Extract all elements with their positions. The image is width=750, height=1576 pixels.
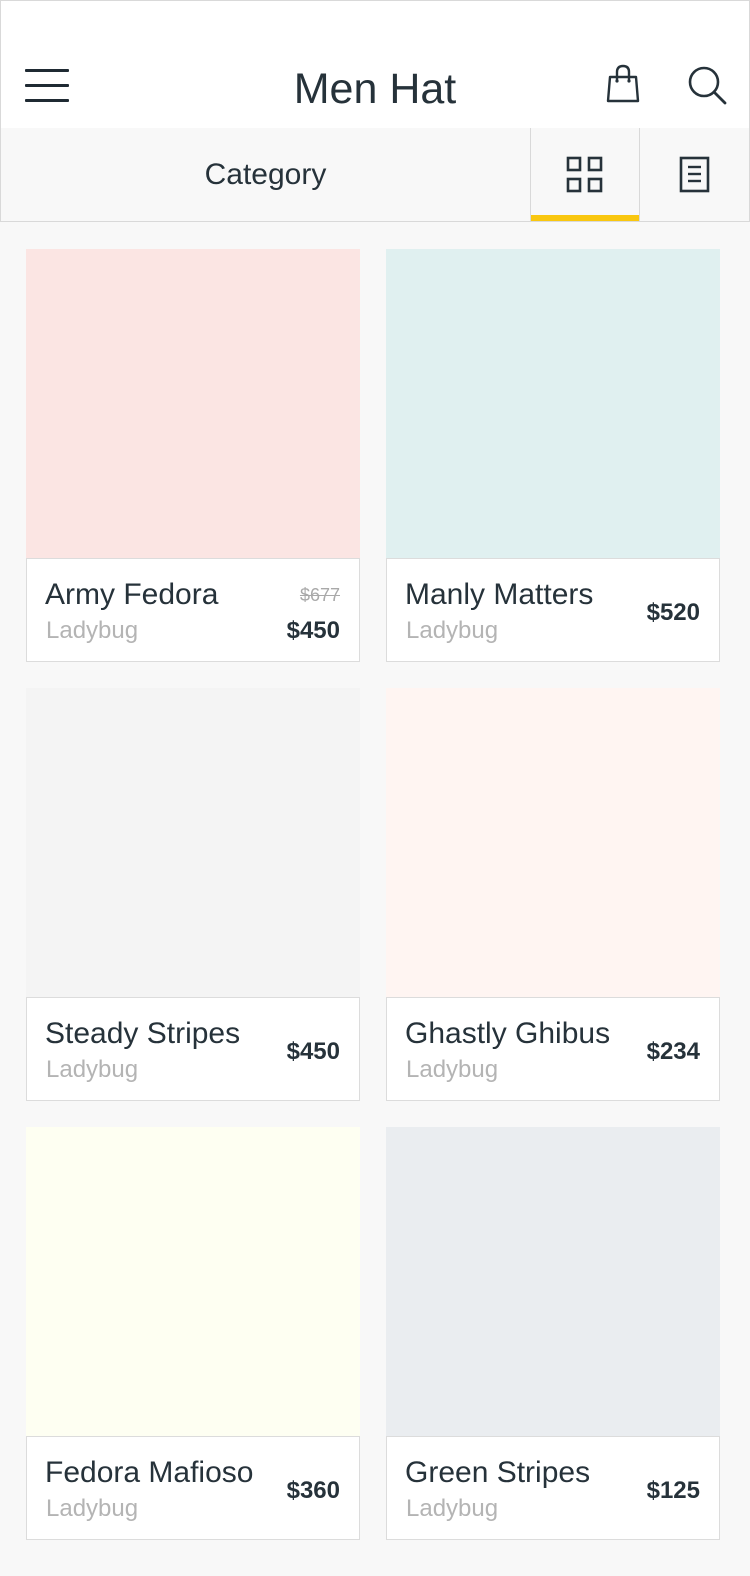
view-toolbar: Category (0, 128, 750, 222)
shopping-bag-icon (606, 64, 640, 103)
product-card[interactable]: Fedora Mafioso Ladybug $360 (26, 1127, 360, 1540)
cart-button[interactable] (605, 63, 641, 105)
product-brand: Ladybug (46, 1495, 139, 1522)
product-card[interactable]: Green Stripes Ladybug $125 (386, 1127, 720, 1540)
product-price: $520 (646, 599, 700, 626)
product-grid: Army Fedora Ladybug $677 $450 Manly Matt… (26, 249, 720, 1540)
search-button[interactable] (685, 63, 729, 107)
active-view-indicator (531, 215, 639, 221)
product-brand: Ladybug (406, 1056, 499, 1083)
product-image (386, 249, 720, 558)
product-image (26, 249, 360, 558)
product-card[interactable]: Ghastly Ghibus Ladybug $234 (386, 688, 720, 1101)
search-icon (688, 66, 727, 105)
product-image (26, 688, 360, 997)
product-name: Ghastly Ghibus (405, 1017, 611, 1050)
menu-button[interactable] (25, 67, 71, 103)
list-view-button[interactable] (639, 128, 749, 221)
product-brand: Ladybug (406, 617, 499, 644)
product-image (386, 1127, 720, 1436)
product-info: Ghastly Ghibus Ladybug $234 (386, 997, 720, 1101)
product-card[interactable]: Army Fedora Ladybug $677 $450 (26, 249, 360, 662)
product-price: $360 (286, 1477, 340, 1504)
product-info: Steady Stripes Ladybug $450 (26, 997, 360, 1101)
product-info: Green Stripes Ladybug $125 (386, 1436, 720, 1540)
product-image (386, 688, 720, 997)
product-name: Fedora Mafioso (45, 1456, 254, 1489)
product-name: Steady Stripes (45, 1017, 241, 1050)
product-info: Fedora Mafioso Ladybug $360 (26, 1436, 360, 1540)
product-price: $450 (286, 617, 340, 644)
product-brand: Ladybug (406, 1495, 499, 1522)
category-button[interactable]: Category (1, 128, 530, 221)
product-old-price: $677 (299, 585, 340, 605)
product-name: Green Stripes (405, 1456, 591, 1489)
grid-view-button[interactable] (530, 128, 639, 221)
product-card[interactable]: Steady Stripes Ladybug $450 (26, 688, 360, 1101)
menu-icon (25, 67, 71, 103)
product-name: Army Fedora (45, 578, 219, 611)
category-label: Category (204, 157, 327, 191)
product-brand: Ladybug (46, 617, 139, 644)
product-price: $125 (646, 1477, 700, 1504)
product-info: Army Fedora Ladybug $677 $450 (26, 558, 360, 662)
product-card[interactable]: Manly Matters Ladybug $520 (386, 249, 720, 662)
app-header: Men Hat (0, 0, 750, 130)
product-info: Manly Matters Ladybug $520 (386, 558, 720, 662)
product-image (26, 1127, 360, 1436)
list-icon (679, 156, 709, 192)
product-brand: Ladybug (46, 1056, 139, 1083)
grid-icon (566, 156, 603, 192)
product-name: Manly Matters (405, 578, 594, 611)
product-price: $450 (286, 1038, 340, 1065)
product-price: $234 (646, 1038, 700, 1065)
